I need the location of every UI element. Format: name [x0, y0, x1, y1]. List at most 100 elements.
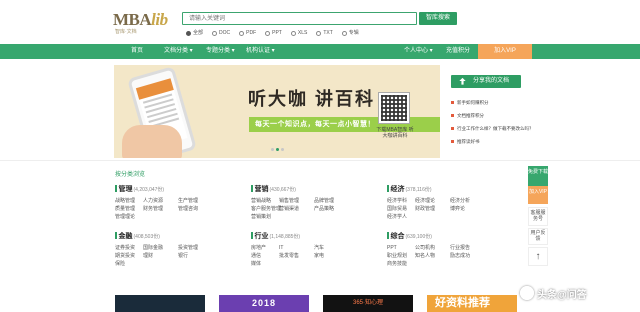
watermark: 头条@问答: [520, 286, 587, 301]
category-link[interactable]: 战略管理: [115, 197, 137, 205]
sidebar-link[interactable]: 文档推荐积分: [451, 109, 534, 122]
sidebar-link[interactable]: 推荐读好书: [451, 135, 534, 148]
float-free-download[interactable]: 免费下载: [528, 166, 548, 186]
category-heading[interactable]: 综合(639,100份): [387, 232, 472, 242]
radio-icon: [265, 30, 271, 36]
category-link[interactable]: 经济理论: [415, 197, 444, 205]
filter-album[interactable]: 专辑: [341, 29, 359, 37]
category-heading[interactable]: 经济(378,116份): [387, 185, 472, 195]
back-to-top-icon[interactable]: ↑: [528, 247, 548, 266]
sidebar-link[interactable]: 新手如何赚积分: [451, 96, 534, 109]
feature-thumbnail[interactable]: [115, 295, 205, 312]
category-block-industry: 行业(1,148,885份) 房地产 IT 汽车 通信 批发零售 家电 媒体: [251, 232, 336, 268]
category-link[interactable]: 管理理论: [115, 213, 137, 221]
category-block-marketing: 营销(430,667份) 营销战略 销售管理 品牌管理 客户服务管理 营销渠道 …: [251, 185, 336, 221]
search-button[interactable]: 智库搜索: [419, 12, 457, 25]
category-link[interactable]: 商务技能: [387, 260, 409, 268]
category-link[interactable]: PPT: [387, 244, 409, 252]
qr-code-icon: [378, 92, 410, 124]
category-block-economy: 经济(378,116份) 经济学科 经济理论 经济分析 国际贸易 财政管理 博弈…: [387, 185, 472, 221]
radio-icon: [290, 30, 296, 36]
category-link[interactable]: 质量管理: [115, 205, 137, 213]
category-block-finance: 金融(408,503份) 证券投资 国际金融 投资管理 期货投资 理财 银行 保…: [115, 232, 200, 268]
filter-txt[interactable]: TXT: [316, 29, 333, 37]
filter-pdf[interactable]: PDF: [239, 29, 256, 37]
category-link[interactable]: 国际贸易: [387, 205, 409, 213]
category-link[interactable]: 品牌管理: [314, 197, 336, 205]
category-link[interactable]: 国际金融: [143, 244, 172, 252]
category-link[interactable]: 生产管理: [178, 197, 200, 205]
filter-all[interactable]: 全部: [186, 29, 203, 37]
category-heading[interactable]: 营销(430,667份): [251, 185, 336, 195]
feature-thumbnail[interactable]: 好资料推荐: [427, 295, 517, 312]
carousel-dot[interactable]: [276, 148, 279, 151]
radio-icon: [186, 30, 191, 36]
category-link[interactable]: 证券投资: [115, 244, 137, 252]
category-link[interactable]: 行业报告: [450, 244, 472, 252]
banner-title: 听大咖 讲百科: [248, 89, 376, 109]
nav-recharge-points[interactable]: 充值积分: [446, 44, 470, 59]
category-link[interactable]: 期货投资: [115, 252, 137, 260]
category-link[interactable]: 职业规划: [387, 252, 409, 260]
promo-banner[interactable]: 听大咖 讲百科 每天一个知识点，每天一点小智慧！ 下载MBA智库 听大咖讲百科: [114, 65, 440, 158]
category-link[interactable]: 公司机构: [415, 244, 444, 252]
qr-caption: 下载MBA智库 听大咖讲百科: [376, 127, 414, 139]
category-link[interactable]: 媒体: [251, 260, 273, 268]
category-link[interactable]: 保险: [115, 260, 137, 268]
category-link[interactable]: 经济学科: [387, 197, 409, 205]
category-link[interactable]: 投资管理: [178, 244, 200, 252]
category-link[interactable]: 房地产: [251, 244, 273, 252]
category-link[interactable]: 销售管理: [279, 197, 308, 205]
sidebar-links: 新手如何赚积分 文档推荐积分 行业工作什么样？做下载不要改么吗？ 推荐读好书: [451, 96, 534, 148]
nav-home[interactable]: 首页: [131, 44, 143, 59]
filter-doc[interactable]: DOC: [212, 29, 230, 37]
category-link[interactable]: IT: [279, 244, 308, 252]
site-logo[interactable]: MBAlib 智库·文档: [113, 11, 175, 37]
nav-user-center[interactable]: 个人中心 ▾: [404, 44, 433, 59]
category-link[interactable]: 财政管理: [415, 205, 444, 213]
category-link[interactable]: 营销策划: [251, 213, 273, 221]
float-user-feedback[interactable]: 用户反馈: [528, 228, 548, 245]
nav-doc-categories[interactable]: 文档分类 ▾: [164, 44, 193, 59]
category-link[interactable]: 通信: [251, 252, 273, 260]
category-link[interactable]: 知名人物: [415, 252, 444, 260]
feature-thumbnail[interactable]: 2018: [219, 295, 309, 312]
category-link[interactable]: 营销战略: [251, 197, 273, 205]
category-link[interactable]: 经济分析: [450, 197, 472, 205]
radio-icon: [316, 30, 322, 36]
category-link[interactable]: 励志成功: [450, 252, 472, 260]
category-link[interactable]: 人力资源: [143, 197, 172, 205]
carousel-dot[interactable]: [271, 148, 274, 151]
category-heading[interactable]: 行业(1,148,885份): [251, 232, 336, 242]
category-link[interactable]: 批发零售: [279, 252, 308, 260]
category-heading[interactable]: 管理(4,203,047份): [115, 185, 200, 195]
category-link[interactable]: 经济学人: [387, 213, 409, 221]
category-link[interactable]: 营销渠道: [279, 205, 308, 213]
category-link[interactable]: 汽车: [314, 244, 336, 252]
category-link[interactable]: 管理咨询: [178, 205, 200, 213]
sidebar-link[interactable]: 行业工作什么样？做下载不要改么吗？: [451, 122, 534, 135]
nav-join-vip[interactable]: 加入VIP: [478, 44, 532, 59]
category-link[interactable]: 博弈论: [450, 205, 472, 213]
radio-icon: [212, 30, 218, 36]
float-join-vip[interactable]: 加入VIP: [528, 186, 548, 204]
feature-thumbnail[interactable]: 365·知心理: [323, 295, 413, 312]
filter-xls[interactable]: XLS: [290, 29, 307, 37]
hand-illustration: [122, 125, 182, 158]
file-type-filters: 全部 DOC PDF PPT XLS TXT 专辑: [186, 29, 359, 37]
logo-text: MBAlib: [113, 10, 168, 29]
category-link[interactable]: 产品策略: [314, 205, 336, 213]
category-link[interactable]: 财务管理: [143, 205, 172, 213]
search-input[interactable]: [182, 12, 417, 25]
category-link[interactable]: 理财: [143, 252, 172, 260]
nav-org-certification[interactable]: 机构认证 ▾: [246, 44, 275, 59]
carousel-dot[interactable]: [281, 148, 284, 151]
float-service-account[interactable]: 客服服务号: [528, 207, 548, 226]
category-heading[interactable]: 金融(408,503份): [115, 232, 200, 242]
category-link[interactable]: 客户服务管理: [251, 205, 281, 213]
category-link[interactable]: 银行: [178, 252, 200, 260]
filter-ppt[interactable]: PPT: [265, 29, 282, 37]
nav-topic-categories[interactable]: 专题分类 ▾: [206, 44, 235, 59]
category-link[interactable]: 家电: [314, 252, 336, 260]
categories-title: 按分类浏览: [115, 172, 146, 178]
